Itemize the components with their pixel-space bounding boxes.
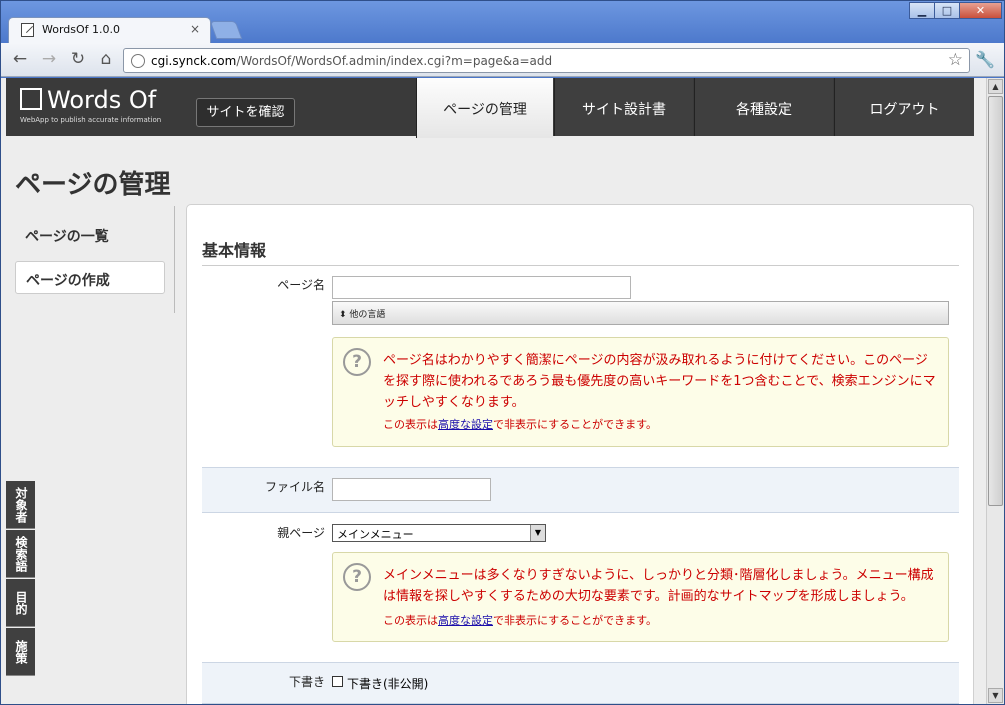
logo-tagline: WebApp to publish accurate information — [20, 116, 162, 124]
maximize-button[interactable]: □ — [934, 2, 960, 19]
minimize-button[interactable]: ▁ — [909, 2, 935, 19]
draft-checkbox[interactable] — [332, 676, 343, 687]
form-panel: 基本情報 ページ名 ⬍ 他の言語 ? ページ名はわかりやすく簡潔にページの内容が… — [186, 204, 974, 704]
advanced-settings-link[interactable]: 高度な設定 — [438, 614, 493, 627]
tab-close-icon[interactable]: × — [190, 22, 200, 36]
scroll-thumb[interactable] — [988, 96, 1003, 506]
section-title: 基本情報 — [202, 241, 267, 260]
side-tab-audience[interactable]: 対象者 — [6, 481, 35, 529]
help-box-parent: ? メインメニューは多くなりすぎないように、しっかりと分類･階層化しましょう。メ… — [332, 552, 949, 642]
help-message: メインメニューは多くなりすぎないように、しっかりと分類･階層化しましょう。メニュ… — [383, 568, 934, 604]
help-note: この表示は高度な設定で非表示にすることができます。 — [383, 614, 658, 627]
back-icon[interactable]: ← — [9, 49, 31, 69]
wrench-icon[interactable]: 🔧 — [975, 50, 995, 69]
scroll-up-icon[interactable]: ▲ — [988, 79, 1003, 94]
page-name-input[interactable] — [332, 276, 631, 299]
sidenav-page-list[interactable]: ページの一覧 — [15, 218, 165, 251]
side-tab-purpose[interactable]: 目的 — [6, 579, 35, 627]
close-window-button[interactable]: ✕ — [959, 2, 1002, 19]
draft-label: 下書き — [288, 675, 325, 689]
tab-site-design[interactable]: サイト設計書 — [554, 78, 693, 136]
divider — [202, 265, 959, 266]
scroll-down-icon[interactable]: ▼ — [988, 688, 1003, 703]
logo-name: Words Of — [47, 86, 157, 114]
parent-page-value: メインメニュー — [337, 528, 414, 541]
help-box-page-name: ? ページ名はわかりやすく簡潔にページの内容が汲み取れるように付けてください。こ… — [332, 337, 949, 447]
tab-logout[interactable]: ログアウト — [834, 78, 974, 136]
bookmark-star-icon[interactable]: ☆ — [948, 50, 963, 70]
help-message: ページ名はわかりやすく簡潔にページの内容が汲み取れるように付けてください。このペ… — [383, 353, 936, 410]
other-language-toggle[interactable]: ⬍ 他の言語 — [332, 301, 949, 325]
draft-checkbox-label: 下書き(非公開) — [347, 677, 429, 691]
address-bar[interactable]: cgi.synck.com/WordsOf/WordsOf.admin/inde… — [123, 48, 970, 73]
side-tab-keywords[interactable]: 検索語 — [6, 530, 35, 578]
page-viewport: Words Of WebApp to publish accurate info… — [1, 78, 986, 704]
file-name-input[interactable] — [332, 478, 491, 501]
sidenav-page-create[interactable]: ページの作成 — [15, 261, 165, 294]
browser-tab[interactable]: WordsOf 1.0.0 × — [8, 17, 211, 43]
parent-page-select[interactable]: メインメニュー ▼ — [332, 524, 546, 542]
app-header: Words Of WebApp to publish accurate info… — [6, 78, 974, 138]
chevron-down-icon[interactable]: ▼ — [530, 525, 545, 541]
globe-icon — [131, 54, 145, 68]
browser-window: WordsOf 1.0.0 × ▁ □ ✕ ← → ↻ ⌂ cgi.synck.… — [0, 0, 1005, 705]
parent-page-label: 親ページ — [277, 526, 325, 540]
new-tab-button[interactable] — [209, 21, 243, 39]
side-tab-measures[interactable]: 施策 — [6, 628, 35, 676]
page-title: ページの管理 — [15, 170, 171, 200]
home-icon[interactable]: ⌂ — [95, 49, 117, 69]
reload-icon[interactable]: ↻ — [67, 49, 89, 69]
help-note: この表示は高度な設定で非表示にすることができます。 — [383, 418, 658, 431]
question-icon: ? — [343, 563, 371, 591]
url-text: cgi.synck.com/WordsOf/WordsOf.admin/inde… — [151, 54, 553, 68]
divider — [174, 206, 175, 313]
page-icon — [21, 23, 34, 37]
browser-toolbar: ← → ↻ ⌂ cgi.synck.com/WordsOf/WordsOf.ad… — [1, 43, 1004, 77]
question-icon: ? — [343, 348, 371, 376]
tab-page-management[interactable]: ページの管理 — [416, 78, 553, 138]
logo-mark-icon — [20, 88, 42, 110]
advanced-settings-link[interactable]: 高度な設定 — [438, 418, 493, 431]
tab-settings[interactable]: 各種設定 — [694, 78, 833, 136]
view-site-button[interactable]: サイトを確認 — [196, 98, 295, 127]
title-bar: WordsOf 1.0.0 × ▁ □ ✕ — [1, 1, 1004, 43]
vertical-scrollbar[interactable]: ▲ ▼ — [986, 78, 1004, 704]
file-name-label: ファイル名 — [264, 480, 325, 494]
forward-icon[interactable]: → — [38, 49, 60, 69]
page-name-label: ページ名 — [277, 278, 325, 292]
tab-title: WordsOf 1.0.0 — [42, 23, 121, 36]
